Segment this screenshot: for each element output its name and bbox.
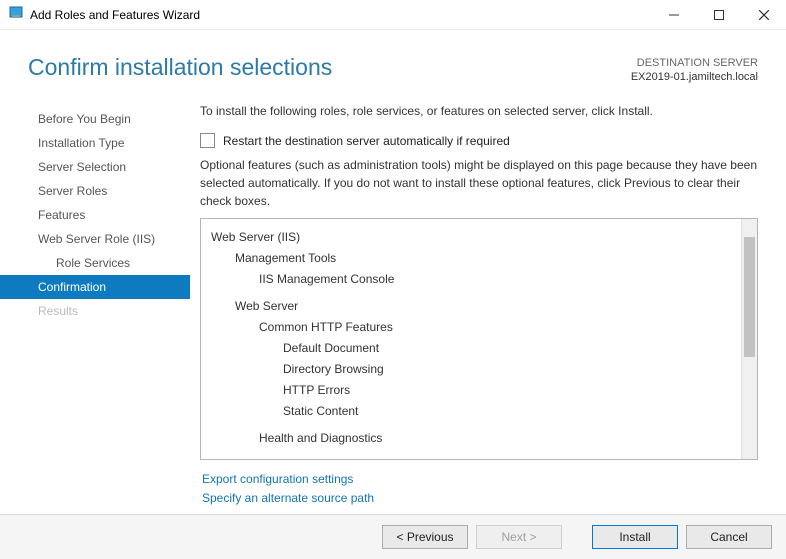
restart-checkbox[interactable]	[200, 133, 215, 148]
install-button[interactable]: Install	[592, 525, 678, 549]
sidebar-item-web-server-role[interactable]: Web Server Role (IIS)	[0, 227, 190, 251]
tree-item: Health and Diagnostics	[211, 428, 731, 449]
titlebar: Add Roles and Features Wizard	[0, 0, 786, 30]
restart-checkbox-label: Restart the destination server automatic…	[223, 134, 510, 148]
listbox-scrollbar[interactable]	[741, 219, 757, 458]
wizard-header: Confirm installation selections DESTINAT…	[0, 30, 786, 93]
destination-name: EX2019-01.jamiltech.local	[631, 70, 758, 84]
tree-item: Static Content	[211, 401, 731, 422]
next-button: Next >	[476, 525, 562, 549]
tree-item: HTTP Errors	[211, 380, 731, 401]
tree-item: Web Server	[211, 296, 731, 317]
page-title: Confirm installation selections	[28, 54, 332, 81]
scrollbar-thumb[interactable]	[744, 237, 755, 357]
sidebar-item-confirmation[interactable]: Confirmation	[0, 275, 190, 299]
intro-text: To install the following roles, role ser…	[200, 103, 758, 120]
tree-item: Management Tools	[211, 248, 731, 269]
sidebar-item-installation-type[interactable]: Installation Type	[0, 131, 190, 155]
alternate-source-link[interactable]: Specify an alternate source path	[202, 489, 758, 508]
tree-item: Directory Browsing	[211, 359, 731, 380]
tree-item: Common HTTP Features	[211, 317, 731, 338]
sidebar-item-features[interactable]: Features	[0, 203, 190, 227]
minimize-button[interactable]	[651, 0, 696, 30]
sidebar-item-role-services[interactable]: Role Services	[0, 251, 190, 275]
previous-button[interactable]: < Previous	[382, 525, 468, 549]
export-config-link[interactable]: Export configuration settings	[202, 470, 758, 489]
wizard-footer: < Previous Next > Install Cancel	[0, 514, 786, 559]
window-controls	[651, 0, 786, 30]
sidebar-item-server-roles[interactable]: Server Roles	[0, 179, 190, 203]
cancel-button[interactable]: Cancel	[686, 525, 772, 549]
restart-checkbox-row[interactable]: Restart the destination server automatic…	[200, 133, 758, 148]
selections-listbox[interactable]: Web Server (IIS) Management Tools IIS Ma…	[200, 218, 758, 459]
optional-features-text: Optional features (such as administratio…	[200, 156, 758, 210]
sidebar-item-results: Results	[0, 299, 190, 323]
destination-label: DESTINATION SERVER	[631, 56, 758, 70]
tree-item: Default Document	[211, 338, 731, 359]
wizard-sidebar: Before You Begin Installation Type Serve…	[0, 103, 190, 514]
window-title: Add Roles and Features Wizard	[30, 8, 200, 22]
sidebar-item-before-you-begin[interactable]: Before You Begin	[0, 107, 190, 131]
app-icon	[8, 5, 24, 24]
links-block: Export configuration settings Specify an…	[200, 460, 758, 514]
close-button[interactable]	[741, 0, 786, 30]
sidebar-item-server-selection[interactable]: Server Selection	[0, 155, 190, 179]
tree-item: IIS Management Console	[211, 269, 731, 290]
destination-block: DESTINATION SERVER EX2019-01.jamiltech.l…	[631, 56, 758, 85]
tree-item: Web Server (IIS)	[211, 227, 731, 248]
maximize-button[interactable]	[696, 0, 741, 30]
content-pane: To install the following roles, role ser…	[190, 103, 786, 514]
